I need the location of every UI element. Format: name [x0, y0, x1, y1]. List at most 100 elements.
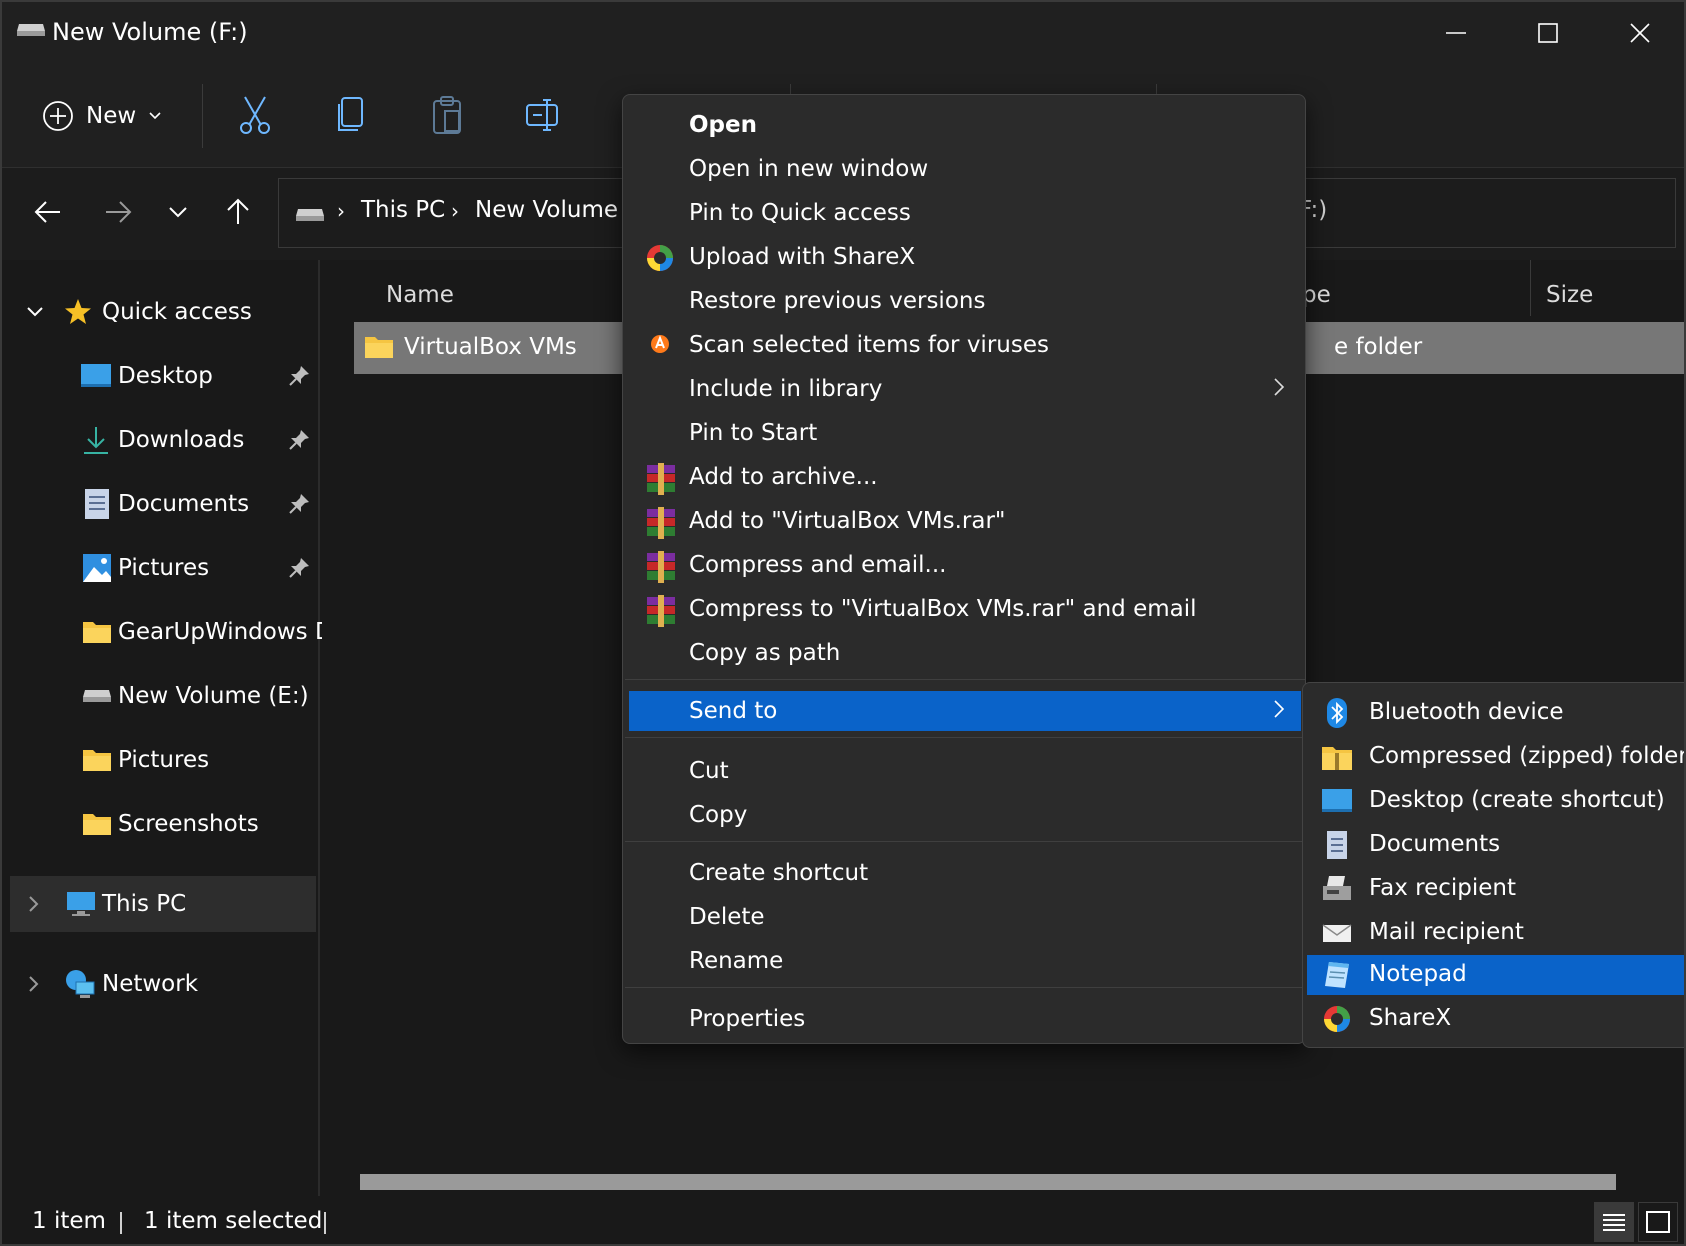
sidebar-item-new-volume-e[interactable]: New Volume (E:) — [2, 668, 318, 724]
menu-item-compress-email[interactable]: Compress and email... — [629, 543, 1301, 587]
folder-icon — [365, 337, 393, 358]
maximize-button[interactable] — [1502, 2, 1594, 64]
menu-item-add-archive[interactable]: Add to archive... — [629, 455, 1301, 499]
menu-item-compress-rar-email[interactable]: Compress to "VirtualBox VMs.rar" and ema… — [629, 587, 1301, 631]
details-view-button[interactable] — [1594, 1202, 1634, 1242]
sidebar-item-pictures-folder[interactable]: Pictures — [2, 732, 318, 788]
column-header-size[interactable]: Size — [1546, 282, 1593, 308]
menu-item-open[interactable]: Open — [629, 103, 1301, 147]
submenu-item-mail[interactable]: Mail recipient — [1307, 913, 1684, 953]
desktop-icon — [1322, 789, 1352, 812]
menu-item-copy[interactable]: Copy — [629, 793, 1301, 837]
documents-icon — [1327, 831, 1347, 859]
breadcrumb-new-volume[interactable]: New Volume — [475, 197, 618, 223]
submenu-item-desktop[interactable]: Desktop (create shortcut) — [1307, 781, 1684, 821]
breadcrumb-chevron-icon: › — [451, 199, 459, 223]
title-bar: New Volume (F:) — [2, 2, 1684, 64]
menu-item-create-shortcut[interactable]: Create shortcut — [629, 851, 1301, 895]
menu-item-include-library[interactable]: Include in library — [629, 367, 1301, 411]
submenu-item-label: Desktop (create shortcut) — [1369, 787, 1665, 813]
menu-item-upload-sharex[interactable]: Upload with ShareX — [629, 235, 1301, 279]
submenu-item-notepad[interactable]: Notepad — [1307, 955, 1684, 995]
sidebar-item-documents[interactable]: Documents — [2, 476, 318, 532]
menu-item-label: Rename — [689, 948, 784, 974]
submenu-item-zipped-folder[interactable]: Compressed (zipped) folder — [1307, 737, 1684, 777]
forward-button[interactable] — [96, 190, 140, 234]
large-icons-view-button[interactable] — [1638, 1202, 1678, 1242]
menu-item-label: Scan selected items for viruses — [689, 332, 1049, 358]
submenu-item-bluetooth[interactable]: Bluetooth device — [1307, 693, 1684, 733]
submenu-item-documents[interactable]: Documents — [1307, 825, 1684, 865]
sidebar-item-network[interactable]: Network — [2, 956, 318, 1012]
recent-locations-button[interactable] — [156, 190, 200, 234]
sidebar-item-quick-access[interactable]: Quick access — [2, 284, 318, 340]
copy-button[interactable] — [328, 92, 374, 138]
menu-item-cut[interactable]: Cut — [629, 749, 1301, 793]
menu-item-scan-viruses[interactable]: Scan selected items for viruses — [629, 323, 1301, 367]
rename-icon — [526, 99, 558, 131]
winrar-icon — [645, 595, 675, 627]
status-bar: 1 item 1 item selected — [2, 1196, 1684, 1244]
close-button[interactable] — [1594, 2, 1684, 64]
breadcrumb-chevron-icon: › — [337, 199, 345, 223]
submenu-item-sharex[interactable]: ShareX — [1307, 999, 1684, 1039]
selection-count: 1 item selected — [144, 1208, 323, 1234]
sidebar-item-label: Documents — [118, 491, 250, 517]
menu-item-restore-versions[interactable]: Restore previous versions — [629, 279, 1301, 323]
menu-item-label: Create shortcut — [689, 860, 869, 886]
menu-item-label: Restore previous versions — [689, 288, 986, 314]
menu-item-properties[interactable]: Properties — [629, 997, 1301, 1041]
navigation-pane: Quick access Desktop Downloads Documents… — [2, 260, 333, 1196]
sidebar-item-label: New Volume (E:) — [118, 683, 309, 709]
chevron-down-icon — [169, 207, 187, 218]
submenu-item-label: Documents — [1369, 831, 1501, 857]
menu-item-open-new-window[interactable]: Open in new window — [629, 147, 1301, 191]
menu-item-label: Delete — [689, 904, 765, 930]
drive-icon — [83, 690, 111, 702]
column-header-type[interactable]: pe — [1302, 282, 1331, 308]
sidebar-item-downloads[interactable]: Downloads — [2, 412, 318, 468]
sidebar-item-pictures[interactable]: Pictures — [2, 540, 318, 596]
sidebar-item-this-pc[interactable]: This PC — [10, 876, 316, 932]
sharex-icon — [647, 245, 673, 271]
new-button-label: New — [86, 103, 137, 129]
chevron-right-icon — [29, 976, 39, 992]
menu-item-label: Upload with ShareX — [689, 244, 916, 270]
menu-item-pin-quick-access[interactable]: Pin to Quick access — [629, 191, 1301, 235]
avast-icon — [651, 335, 669, 353]
chevron-right-icon — [29, 896, 39, 912]
horizontal-scrollbar[interactable] — [360, 1174, 1616, 1190]
sidebar-item-screenshots[interactable]: Screenshots — [2, 796, 318, 852]
menu-item-delete[interactable]: Delete — [629, 895, 1301, 939]
sidebar-item-label: Quick access — [102, 299, 252, 325]
breadcrumb-this-pc[interactable]: This PC — [361, 197, 445, 223]
menu-item-rename[interactable]: Rename — [629, 939, 1301, 983]
menu-item-add-to-rar[interactable]: Add to "VirtualBox VMs.rar" — [629, 499, 1301, 543]
rename-button[interactable] — [520, 92, 566, 138]
up-button[interactable] — [216, 190, 260, 234]
submenu-item-fax[interactable]: Fax recipient — [1307, 869, 1684, 909]
menu-item-label: Copy — [689, 802, 748, 828]
documents-icon — [85, 489, 109, 519]
column-divider[interactable] — [1530, 260, 1531, 316]
menu-item-copy-path[interactable]: Copy as path — [629, 631, 1301, 675]
paste-button[interactable] — [424, 92, 470, 138]
cut-button[interactable] — [232, 92, 278, 138]
sidebar-item-label: This PC — [102, 891, 187, 917]
sidebar-item-gearupwindows[interactable]: GearUpWindows D — [2, 604, 333, 660]
status-divider — [120, 1212, 122, 1234]
submenu-item-label: Mail recipient — [1369, 919, 1524, 945]
menu-item-label: Open in new window — [689, 156, 929, 182]
details-view-icon — [1603, 1214, 1625, 1231]
column-header-name[interactable]: Name — [386, 282, 454, 308]
menu-item-pin-start[interactable]: Pin to Start — [629, 411, 1301, 455]
menu-item-label: Include in library — [689, 376, 883, 402]
back-button[interactable] — [26, 190, 70, 234]
sidebar-item-desktop[interactable]: Desktop — [2, 348, 318, 404]
chevron-right-icon — [1274, 700, 1285, 718]
winrar-icon — [645, 463, 675, 495]
minimize-button[interactable] — [1410, 2, 1502, 64]
menu-item-send-to[interactable]: Send to — [629, 691, 1301, 731]
menu-item-label: Copy as path — [689, 640, 841, 666]
new-button[interactable]: New — [42, 92, 162, 140]
